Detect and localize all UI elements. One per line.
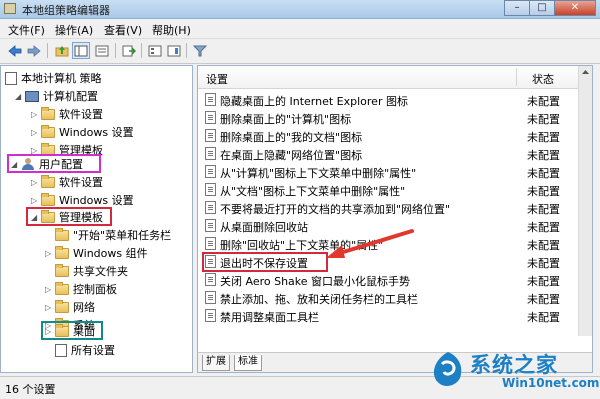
watermark-logo-icon: [433, 352, 462, 386]
status-text: 16 个设置: [5, 383, 56, 396]
annotation-arrow: [326, 229, 414, 258]
watermark-title: 系统之家: [470, 353, 558, 377]
watermark-url: Win10net.com: [502, 376, 600, 390]
watermark: 系统之家 Win10net.com: [428, 346, 600, 398]
